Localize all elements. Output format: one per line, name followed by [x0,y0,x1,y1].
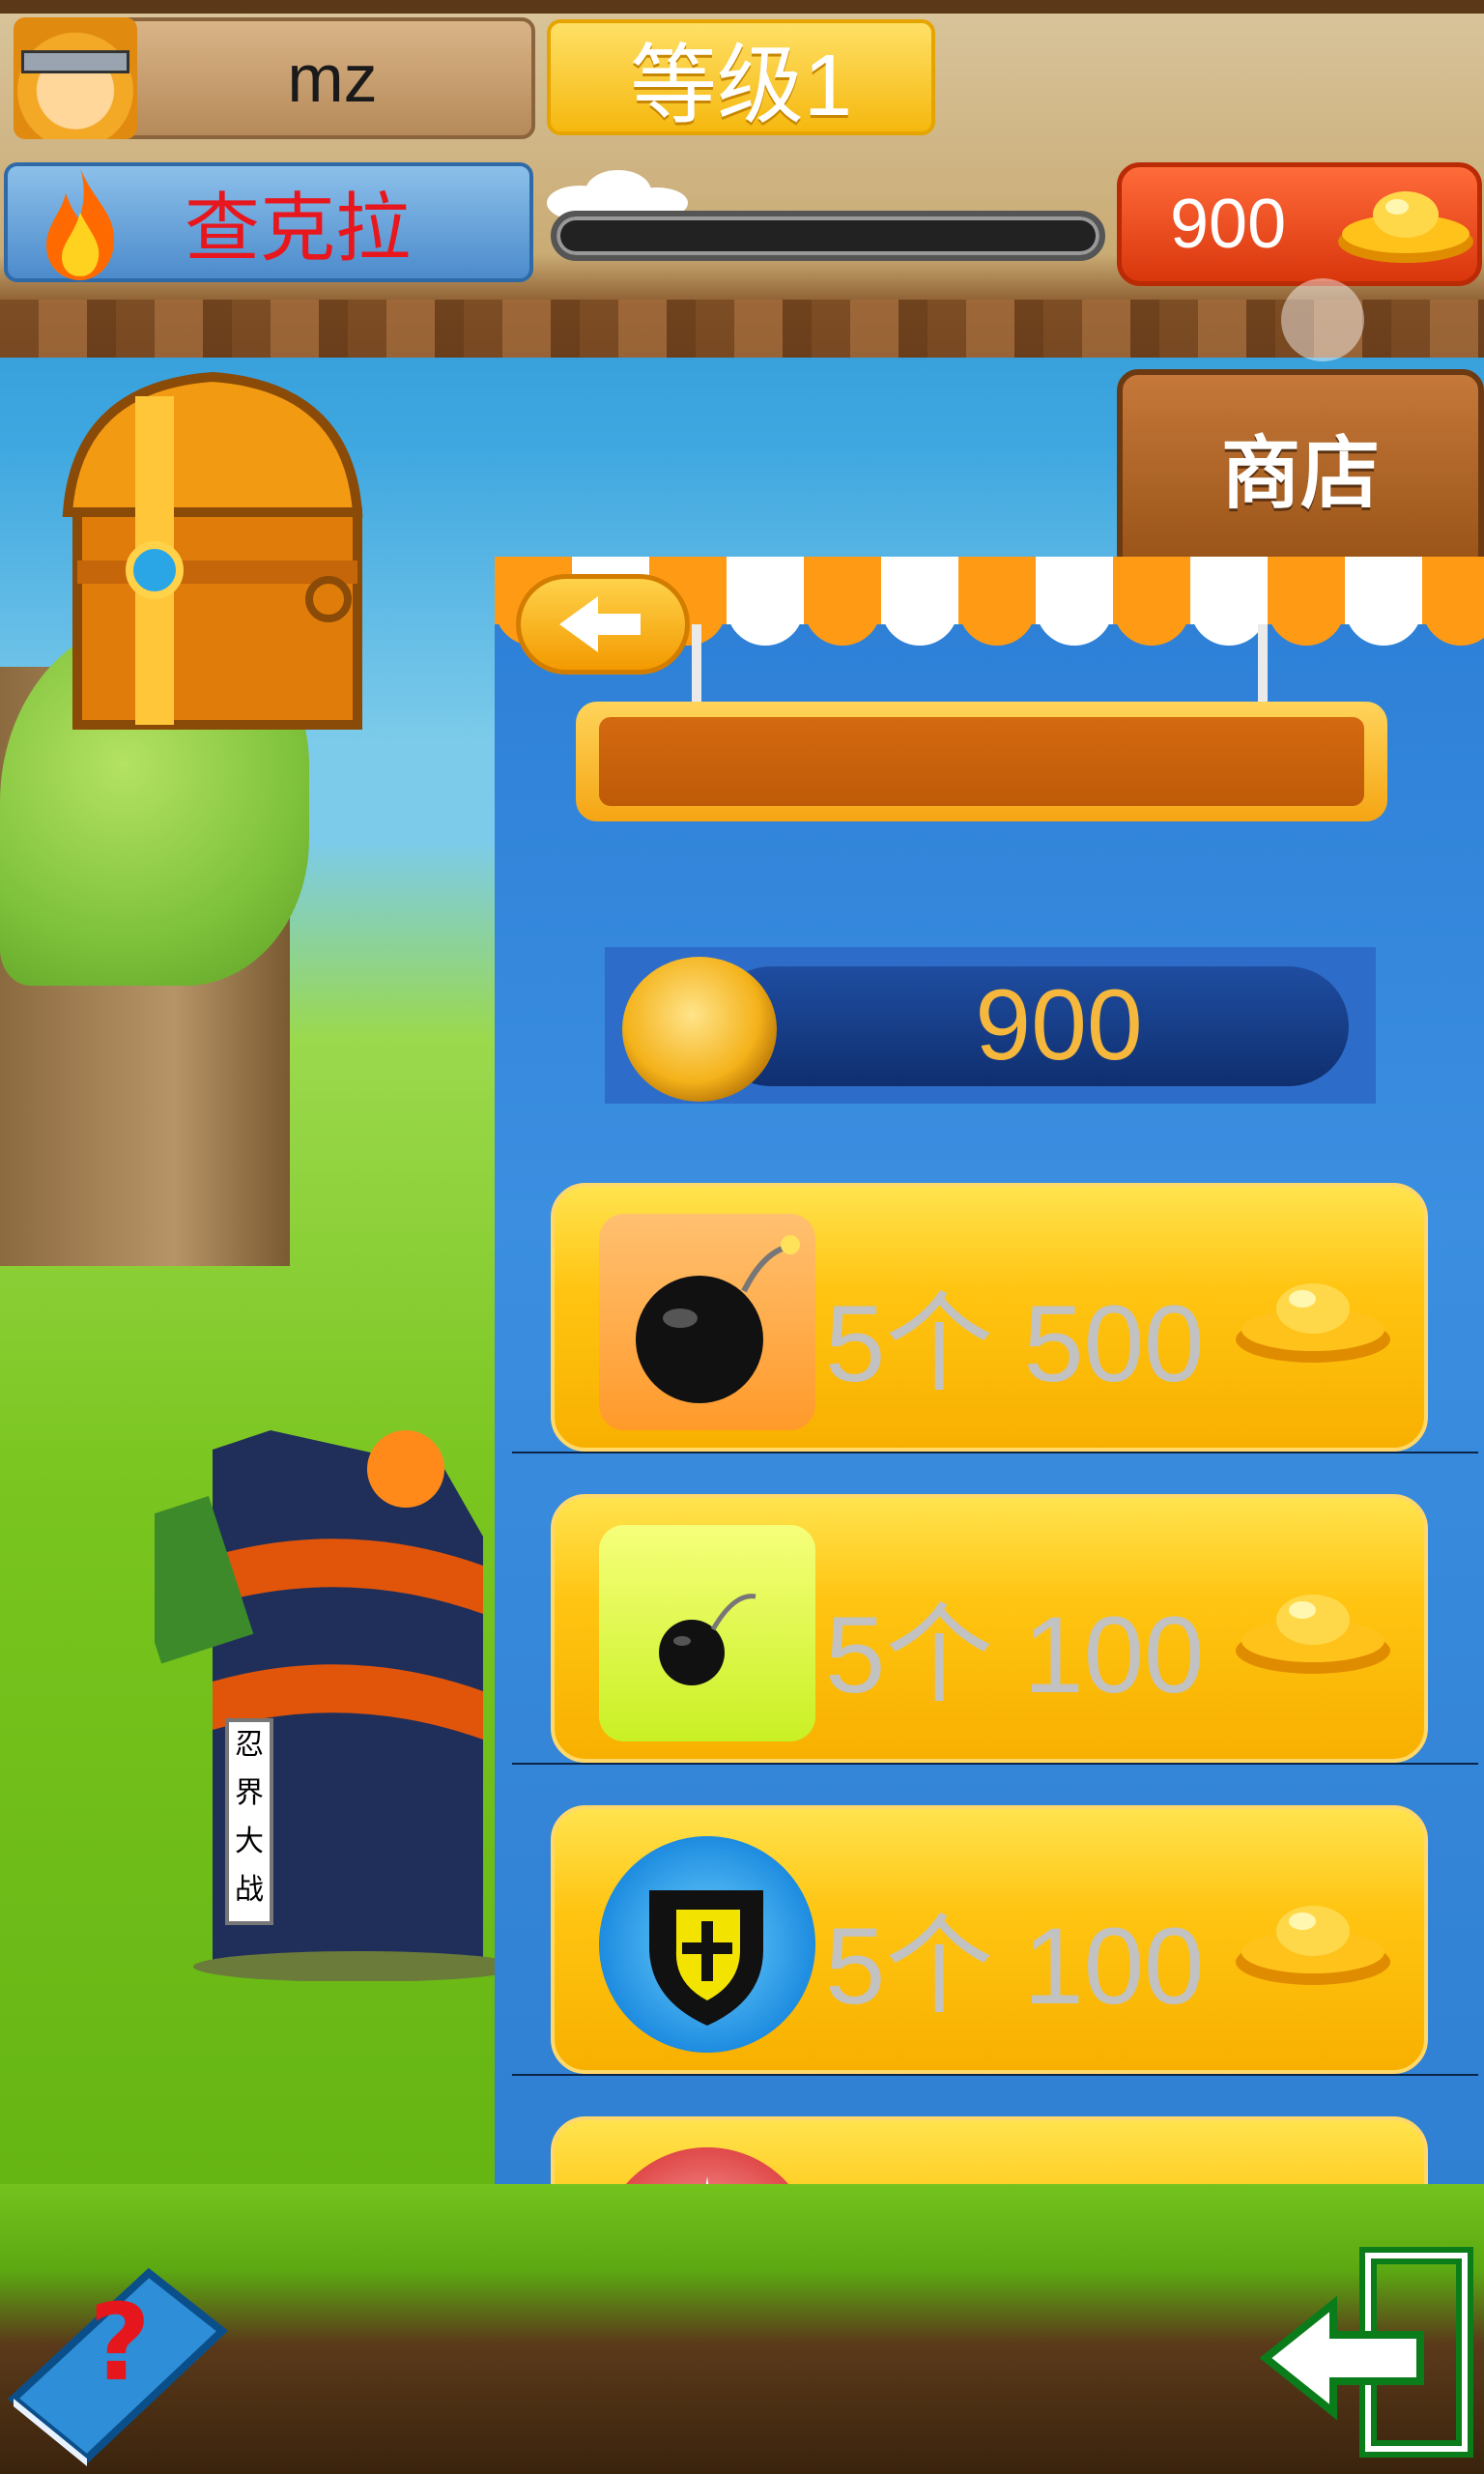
coin-balance-bar: 900 [605,947,1376,1104]
back-arrow-icon [559,596,641,652]
shop-item-label: 5个 100 [825,1906,1205,2027]
divider [512,2074,1478,2076]
shop-tab-label: 商店 [1220,429,1380,518]
shop-item-label: 5个 100 [825,1595,1205,1715]
gold-value: 900 [1170,186,1287,263]
shop-sign-title [599,717,1364,806]
player-name: mz [287,41,378,116]
shop-item-label: 5个 500 [825,1283,1205,1404]
gold-ingot-icon [1236,1283,1390,1363]
treasure-chest-icon[interactable] [39,367,386,744]
exit-icon[interactable] [1256,2242,1478,2464]
shop-item-icon-box [599,1836,815,2053]
shop-item-icon-box [599,1214,815,1430]
divider [512,1763,1478,1765]
help-book-icon[interactable]: ? [4,2234,232,2466]
coin-icon [622,957,777,1102]
ninja-war-totem: 忍 界 大 战 [155,1430,502,1981]
shop-item-big-bomb[interactable]: 5个 500 [551,1183,1428,1452]
back-button[interactable] [516,574,690,675]
svg-text:?: ? [89,2281,151,2404]
shop-item-icon-box [599,1525,815,1741]
character-name: 查克拉 [184,186,411,271]
fire-icon [46,168,115,280]
level-badge: 等级1 [547,19,935,135]
small-bomb-icon [659,1594,756,1685]
headband-icon [21,50,129,73]
totem-banner-char: 忍 [235,1728,264,1762]
coin-balance-value: 900 [975,968,1143,1081]
divider [512,1452,1478,1453]
experience-bar [551,211,1105,261]
shield-icon [649,1890,763,2026]
totem-banner-char: 界 [235,1776,264,1810]
gold-ingot-icon [1236,1595,1390,1674]
level-label: 等级1 [629,38,853,134]
tab-shop[interactable]: 商店 [1117,369,1484,562]
big-bomb-icon [636,1235,800,1403]
shop-panel: 900 5个 500 5个 100 5个 100 [495,557,1484,2209]
totem-banner-char: 大 [235,1825,264,1858]
shop-sign [576,702,1387,821]
shop-item-small-bomb[interactable]: 5个 100 [551,1494,1428,1763]
totem-banner-char: 战 [235,1873,264,1907]
shop-item-shield[interactable]: 5个 100 [551,1805,1428,2074]
gold-ingot-icon [1338,191,1473,263]
gold-ingot-icon [1236,1906,1390,1985]
player-avatar[interactable] [14,17,137,139]
floating-orb [1281,278,1364,361]
